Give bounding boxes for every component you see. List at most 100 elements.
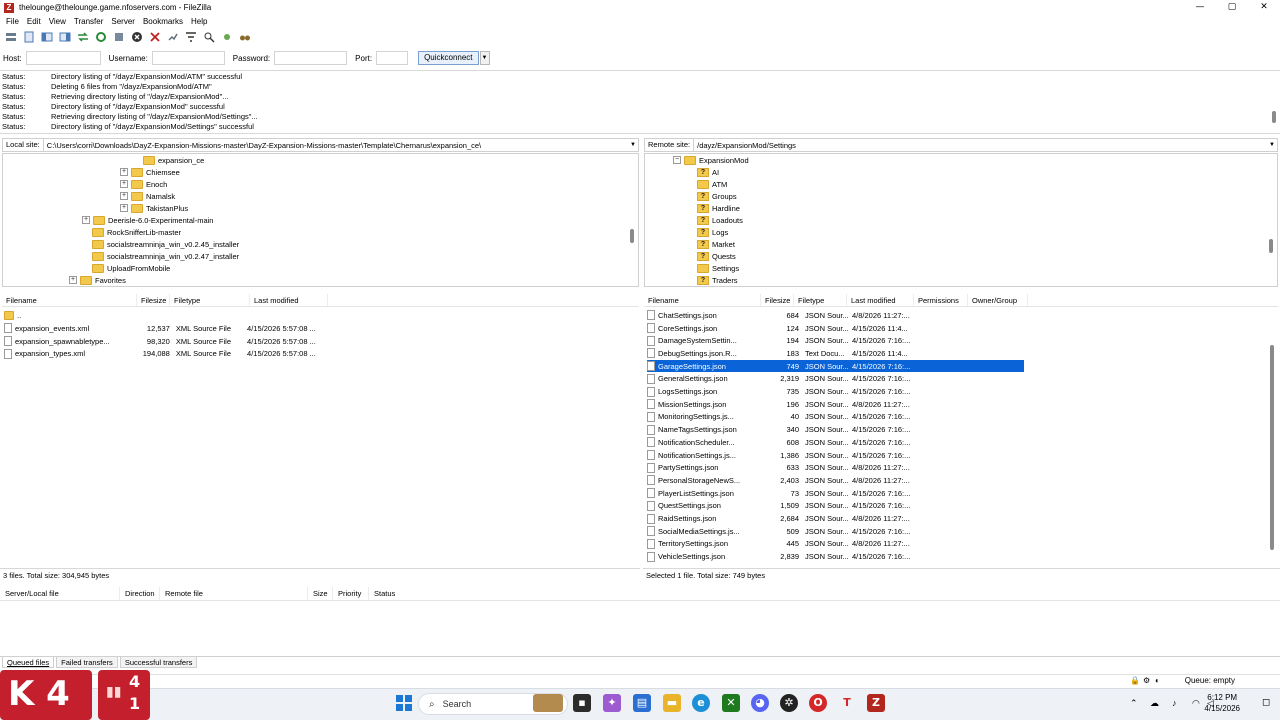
table-row[interactable]: expansion_spawnabletype... 98,320 XML Sour…: [4, 335, 324, 348]
col-priority[interactable]: Priority: [333, 587, 369, 600]
wifi-icon[interactable]: ◠: [1192, 698, 1200, 709]
tree-node[interactable]: ? Traders: [697, 274, 738, 286]
col-filename[interactable]: Filename: [2, 294, 137, 306]
tree-node[interactable]: ? Quests: [697, 250, 736, 262]
table-row[interactable]: LogsSettings.json 735 JSON Sour... 4/15/202…: [647, 385, 1024, 398]
tree-node[interactable]: + Enoch: [120, 178, 167, 190]
menu-server[interactable]: Server: [107, 15, 139, 28]
remote-list-scrollbar[interactable]: [1270, 345, 1274, 550]
table-row[interactable]: NotificationSettings.js... 1,386 JSON Sour…: [647, 449, 1024, 462]
expand-icon[interactable]: +: [120, 168, 128, 176]
table-row[interactable]: GarageSettings.json 749 JSON Sour... 4/15/2…: [647, 359, 1024, 373]
menu-edit[interactable]: Edit: [23, 15, 45, 28]
tree-node[interactable]: ATM: [697, 178, 727, 190]
table-row[interactable]: expansion_events.xml 12,537 XML Source Fil…: [4, 322, 324, 335]
col-server-local-file[interactable]: Server/Local file: [0, 587, 120, 600]
process-queue-icon[interactable]: [111, 29, 127, 45]
col-filetype[interactable]: Filetype: [794, 294, 847, 306]
table-row[interactable]: PartySettings.json 633 JSON Sour... 4/8/202…: [647, 461, 1024, 474]
discord-icon[interactable]: ◕: [751, 694, 769, 712]
remote-tree-scrollbar[interactable]: [1269, 239, 1273, 253]
taskbar-clock[interactable]: 6:12 PM 4/15/2026: [1204, 692, 1240, 714]
file-explorer-icon[interactable]: ▬: [663, 694, 681, 712]
username-input[interactable]: [151, 51, 225, 65]
edge-icon[interactable]: e: [692, 694, 710, 712]
tree-node[interactable]: + TakistanPlus: [120, 202, 188, 214]
local-path-input[interactable]: C:\Users\corri\Downloads\DayZ-Expansion-…: [44, 141, 628, 150]
table-row[interactable]: NotificationScheduler... 608 JSON Sour... 4…: [647, 436, 1024, 449]
notifications-icon[interactable]: ◻: [1262, 697, 1270, 708]
tree-node[interactable]: ? Hardline: [697, 202, 740, 214]
tab-queued-files[interactable]: Queued files: [2, 657, 55, 668]
xbox-icon[interactable]: ✕: [722, 694, 740, 712]
expand-icon[interactable]: +: [82, 216, 90, 224]
table-row[interactable]: DebugSettings.json.R... 183 Text Docu... 4/…: [647, 347, 1024, 360]
menu-file[interactable]: File: [2, 15, 23, 28]
tab-failed-transfers[interactable]: Failed transfers: [56, 657, 118, 668]
tab-successful-transfers[interactable]: Successful transfers: [119, 657, 198, 668]
filter-icon[interactable]: [183, 29, 199, 45]
tree-node[interactable]: + Favorites: [69, 274, 126, 286]
chevron-up-icon[interactable]: ⌃: [1130, 698, 1138, 709]
mic-icon[interactable]: ♪: [1172, 698, 1177, 708]
disconnect-icon[interactable]: [147, 29, 163, 45]
col-last-modified[interactable]: Last modified: [847, 294, 914, 306]
col-status[interactable]: Status: [369, 587, 469, 600]
menu-transfer[interactable]: Transfer: [70, 15, 108, 28]
tree-node[interactable]: − ExpansionMod: [673, 154, 749, 166]
tree-node[interactable]: socialstreamninja_win_v0.2.45_installer: [92, 238, 239, 250]
chatgpt-icon[interactable]: ✲: [780, 694, 798, 712]
expand-icon[interactable]: +: [120, 204, 128, 212]
table-row[interactable]: PlayerListSettings.json 73 JSON Sour... 4/1…: [647, 487, 1024, 500]
menu-help[interactable]: Help: [187, 15, 211, 28]
col-permissions[interactable]: Permissions: [914, 294, 968, 306]
windows-start-icon[interactable]: [396, 695, 412, 711]
search-highlight-icon[interactable]: [533, 694, 563, 712]
refresh-icon[interactable]: [93, 29, 109, 45]
col-size[interactable]: Size: [308, 587, 333, 600]
password-input[interactable]: [274, 51, 348, 65]
local-tree-scrollbar[interactable]: [630, 229, 634, 243]
table-row[interactable]: PersonalStorageNewS... 2,403 JSON Sour... 4…: [647, 474, 1024, 487]
tree-node[interactable]: Settings: [697, 262, 739, 274]
table-row[interactable]: GeneralSettings.json 2,319 JSON Sour... 4/1…: [647, 373, 1024, 386]
chevron-down-icon[interactable]: ▼: [1267, 142, 1277, 148]
menu-bookmarks[interactable]: Bookmarks: [139, 15, 187, 28]
copilot-icon[interactable]: ✦: [603, 694, 621, 712]
tree-node[interactable]: ? Logs: [697, 226, 728, 238]
table-row[interactable]: ..: [4, 309, 324, 322]
compare-icon[interactable]: [201, 29, 217, 45]
quickconnect-button[interactable]: Quickconnect: [418, 51, 479, 65]
table-row[interactable]: QuestSettings.json 1,509 JSON Sour... 4/15/…: [647, 500, 1024, 513]
notepad-t-icon[interactable]: T: [838, 694, 856, 712]
col-filesize[interactable]: Filesize: [761, 294, 794, 306]
toggle-queue-icon[interactable]: [75, 29, 91, 45]
table-row[interactable]: TerritorySettings.json 445 JSON Sour... 4/8…: [647, 538, 1024, 551]
filezilla-taskbar-icon[interactable]: Z: [867, 694, 885, 712]
port-input[interactable]: [376, 51, 409, 65]
collapse-icon[interactable]: −: [673, 156, 681, 164]
sync-browse-icon[interactable]: [219, 29, 235, 45]
chevron-down-icon[interactable]: ▼: [628, 142, 638, 148]
table-row[interactable]: MonitoringSettings.js... 40 JSON Sour... 4/…: [647, 411, 1024, 424]
table-row[interactable]: VehicleSettings.json 2,839 JSON Sour... 4/1…: [647, 550, 1024, 563]
col-direction[interactable]: Direction: [120, 587, 160, 600]
find-icon[interactable]: [237, 29, 253, 45]
tree-node[interactable]: ? Market: [697, 238, 735, 250]
tree-node[interactable]: RockSnifferLib-master: [92, 226, 181, 238]
col-filesize[interactable]: Filesize: [137, 294, 170, 306]
opera-icon[interactable]: O: [809, 694, 827, 712]
col-filename[interactable]: Filename: [644, 294, 761, 306]
task-view-icon[interactable]: ▪: [573, 694, 591, 712]
store-icon[interactable]: ▤: [633, 694, 651, 712]
table-row[interactable]: NameTagsSettings.json 340 JSON Sour... 4/15…: [647, 423, 1024, 436]
message-log[interactable]: Status: Directory listing of "/dayz/Expan…: [0, 70, 1280, 134]
menu-view[interactable]: View: [45, 15, 70, 28]
col-filetype[interactable]: Filetype: [170, 294, 250, 306]
cancel-icon[interactable]: [129, 29, 145, 45]
toggle-local-tree-icon[interactable]: [39, 29, 55, 45]
col-remote-file[interactable]: Remote file: [160, 587, 308, 600]
table-row[interactable]: DamageSystemSettin... 194 JSON Sour... 4/15…: [647, 334, 1024, 347]
table-row[interactable]: ChatSettings.json 684 JSON Sour... 4/8/2026…: [647, 309, 1024, 322]
tree-node[interactable]: UploadFromMobile: [92, 262, 170, 274]
